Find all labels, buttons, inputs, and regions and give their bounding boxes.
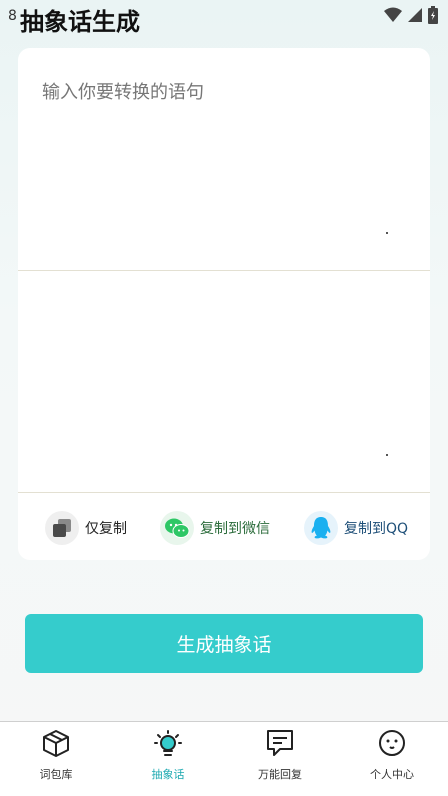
nav-item-profile[interactable]: 个人中心 [336, 722, 448, 796]
action-label: 仅复制 [85, 521, 127, 537]
converter-card: 仅复制 复制到微信 复制到QQ [18, 48, 430, 560]
nav-label: 万能回复 [258, 768, 302, 781]
divider [18, 492, 430, 493]
wifi-icon [384, 7, 402, 27]
copy-icon [45, 511, 79, 545]
copy-only-button[interactable]: 仅复制 [45, 511, 127, 545]
input-area [18, 48, 430, 270]
wechat-icon [160, 511, 194, 545]
status-icons [384, 6, 438, 28]
resize-handle [386, 454, 388, 456]
page-title: 抽象话生成 [20, 8, 140, 36]
box-icon [41, 722, 71, 762]
status-time: 8 [8, 8, 17, 24]
copy-to-qq-button[interactable]: 复制到QQ [304, 511, 409, 545]
nav-label: 抽象话 [151, 768, 185, 781]
source-text-input[interactable] [18, 48, 430, 270]
qq-icon [304, 511, 338, 545]
lightbulb-icon [153, 722, 183, 762]
generate-button[interactable]: 生成抽象话 [25, 614, 423, 673]
copy-actions: 仅复制 复制到微信 复制到QQ [18, 494, 430, 560]
divider [18, 270, 430, 271]
resize-handle [386, 232, 388, 234]
nav-item-abstract[interactable]: 抽象话 [112, 722, 224, 796]
copy-to-wechat-button[interactable]: 复制到微信 [160, 511, 270, 545]
status-bar: 8 抽象话生成 [0, 0, 448, 36]
action-label: 复制到微信 [200, 521, 270, 537]
nav-item-universal-reply[interactable]: 万能回复 [224, 722, 336, 796]
battery-icon [428, 6, 438, 28]
nav-label: 个人中心 [370, 768, 414, 781]
signal-icon [408, 7, 422, 27]
chat-icon [265, 722, 295, 762]
nav-item-word-library[interactable]: 词包库 [0, 722, 112, 796]
face-icon [377, 722, 407, 762]
output-area[interactable] [18, 272, 430, 492]
nav-label: 词包库 [39, 768, 73, 781]
action-label: 复制到QQ [344, 521, 409, 537]
bottom-nav: 词包库 抽象话 万能回复 个人中心 [0, 721, 448, 796]
